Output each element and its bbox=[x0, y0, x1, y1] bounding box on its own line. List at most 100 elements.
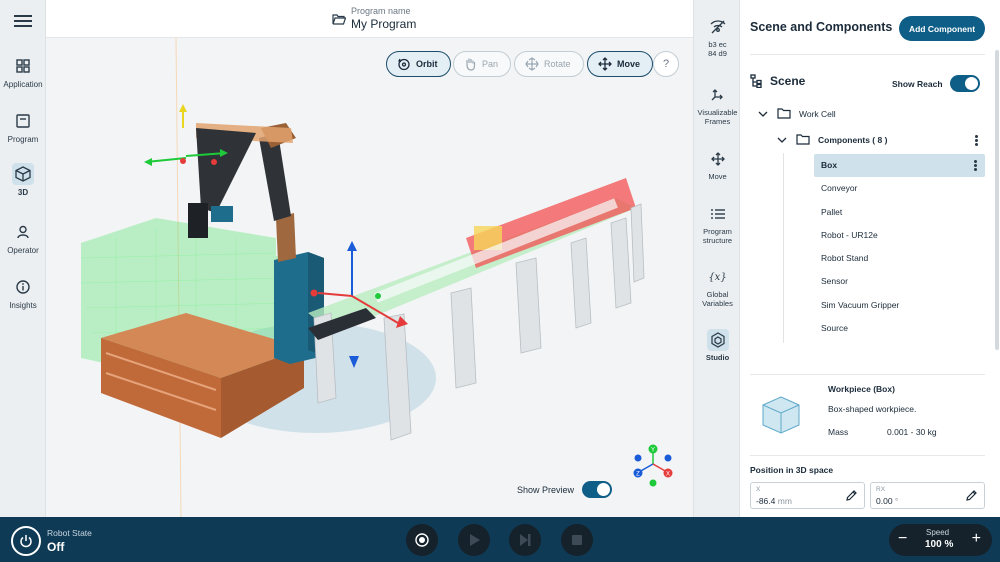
orbit-label: Orbit bbox=[416, 59, 438, 69]
program-name-label: Program name bbox=[351, 6, 411, 16]
component-label: Sim Vacuum Gripper bbox=[821, 299, 900, 310]
add-component-button[interactable]: Add Component bbox=[899, 16, 985, 41]
show-preview-label: Show Preview bbox=[517, 484, 575, 495]
tool-move[interactable]: Move bbox=[694, 148, 741, 181]
bottom-bar: Robot State Off − Speed 100 % + bbox=[0, 517, 1000, 562]
menu-icon[interactable] bbox=[14, 12, 32, 28]
pencil-icon[interactable] bbox=[845, 489, 858, 502]
tool-studio[interactable]: Studio bbox=[694, 329, 741, 362]
nav-label: Insights bbox=[9, 301, 37, 310]
info-icon bbox=[12, 276, 34, 298]
x-field[interactable]: X -86.4 mm bbox=[750, 482, 865, 509]
speed-control: − Speed 100 % + bbox=[889, 524, 992, 556]
tree-icon bbox=[750, 74, 762, 88]
work-cell-label: Work Cell bbox=[799, 108, 836, 119]
component-item-robot[interactable]: Robot - UR12e bbox=[814, 224, 985, 247]
component-item-pallet[interactable]: Pallet bbox=[814, 201, 985, 224]
panel-title: Scene and Components bbox=[750, 20, 893, 34]
grid-icon bbox=[12, 55, 34, 77]
components-more-icon[interactable] bbox=[975, 135, 978, 146]
move-icon bbox=[707, 148, 729, 170]
chevron-down-icon bbox=[777, 137, 787, 143]
panel-scrollbar[interactable] bbox=[995, 50, 999, 350]
mass-label: Mass bbox=[828, 427, 849, 437]
show-preview-control: Show Preview bbox=[517, 481, 613, 498]
3d-viewport[interactable]: Y Z X Orbit Pan Rotate Move ? Show Previ… bbox=[46, 38, 693, 517]
component-item-source[interactable]: Source bbox=[814, 317, 985, 340]
tool-label: Program structure bbox=[702, 227, 733, 245]
component-item-sim-vacuum-gripper[interactable]: Sim Vacuum Gripper bbox=[814, 294, 985, 317]
variables-icon: {x} bbox=[708, 271, 727, 283]
nav-label: 3D bbox=[17, 188, 29, 197]
mass-value: 0.001 - 30 kg bbox=[887, 427, 937, 437]
scene-render[interactable]: Y Z X bbox=[46, 38, 693, 517]
stop-icon bbox=[572, 535, 582, 545]
hand-icon bbox=[466, 58, 476, 71]
nav-label: Application bbox=[3, 80, 43, 89]
component-label: Robot - UR12e bbox=[821, 229, 878, 240]
nav-item-insights[interactable]: Insights bbox=[0, 276, 46, 310]
rx-field[interactable]: RX 0.00 ° bbox=[870, 482, 985, 509]
nav-item-program[interactable]: Program bbox=[0, 110, 46, 144]
nav-item-application[interactable]: Application bbox=[0, 55, 46, 89]
robot-state-value: Off bbox=[47, 540, 65, 554]
show-preview-toggle[interactable] bbox=[582, 481, 613, 498]
move-button[interactable]: Move bbox=[587, 51, 654, 77]
move-icon bbox=[598, 57, 612, 71]
record-icon bbox=[415, 533, 429, 547]
studio-icon bbox=[706, 329, 729, 351]
list-icon bbox=[707, 203, 729, 225]
box-preview-icon bbox=[762, 396, 800, 434]
component-item-sensor[interactable]: Sensor bbox=[814, 270, 985, 293]
folder-icon bbox=[796, 134, 810, 145]
nav-label: Operator bbox=[7, 246, 39, 255]
play-icon bbox=[470, 534, 480, 546]
orbit-button[interactable]: Orbit bbox=[386, 51, 451, 77]
pencil-icon[interactable] bbox=[965, 489, 978, 502]
cube-icon bbox=[12, 163, 34, 185]
speed-decrease-button[interactable]: − bbox=[898, 530, 907, 548]
divider bbox=[750, 54, 985, 55]
divider bbox=[750, 455, 985, 456]
move-label: Move bbox=[617, 59, 641, 69]
signal-icon bbox=[707, 16, 729, 38]
tool-connection[interactable]: b3 ec 84 d9 bbox=[694, 16, 741, 58]
component-item-robot-stand[interactable]: Robot Stand bbox=[814, 247, 985, 270]
workpiece-description: Box-shaped workpiece. bbox=[828, 404, 917, 414]
nav-item-3d[interactable]: 3D bbox=[0, 163, 46, 197]
help-button[interactable]: ? bbox=[653, 51, 679, 77]
tree-row-work-cell[interactable]: Work Cell bbox=[758, 108, 836, 119]
nav-item-operator[interactable]: Operator bbox=[0, 221, 46, 255]
step-forward-icon bbox=[520, 534, 531, 546]
power-button[interactable] bbox=[11, 526, 41, 556]
step-button[interactable] bbox=[509, 524, 541, 556]
pan-label: Pan bbox=[482, 59, 499, 69]
tool-visualizable-frames[interactable]: Visualizable Frames bbox=[694, 84, 741, 126]
speed-increase-button[interactable]: + bbox=[972, 530, 981, 548]
tree-guide-line bbox=[783, 153, 784, 343]
x-label: X bbox=[756, 486, 761, 493]
component-item-box[interactable]: Box bbox=[814, 154, 985, 178]
program-name: My Program bbox=[351, 17, 417, 31]
component-label: Box bbox=[821, 160, 838, 170]
tree-row-components[interactable]: Components ( 8 ) bbox=[777, 134, 985, 146]
folder-icon bbox=[777, 108, 791, 119]
rotate-button[interactable]: Rotate bbox=[514, 51, 584, 77]
record-button[interactable] bbox=[406, 524, 438, 556]
component-item-conveyor[interactable]: Conveyor bbox=[814, 177, 985, 200]
speed-label: Speed bbox=[926, 528, 950, 537]
speed-value: 100 % bbox=[925, 539, 954, 550]
component-label: Sensor bbox=[821, 276, 848, 287]
pan-button[interactable]: Pan bbox=[453, 51, 512, 77]
stop-button[interactable] bbox=[561, 524, 593, 556]
tool-program-structure[interactable]: Program structure bbox=[694, 203, 741, 245]
program-icon bbox=[12, 110, 34, 132]
rotate-label: Rotate bbox=[544, 59, 571, 69]
program-name-area[interactable]: Program name My Program bbox=[332, 6, 416, 31]
play-button[interactable] bbox=[458, 524, 490, 556]
tool-global-variables[interactable]: {x} Global Variables bbox=[694, 266, 741, 308]
x-value: -86.4 mm bbox=[756, 496, 792, 506]
show-reach-toggle[interactable] bbox=[949, 75, 980, 92]
scene-header: Scene bbox=[750, 74, 805, 88]
more-options-icon[interactable] bbox=[974, 160, 977, 171]
